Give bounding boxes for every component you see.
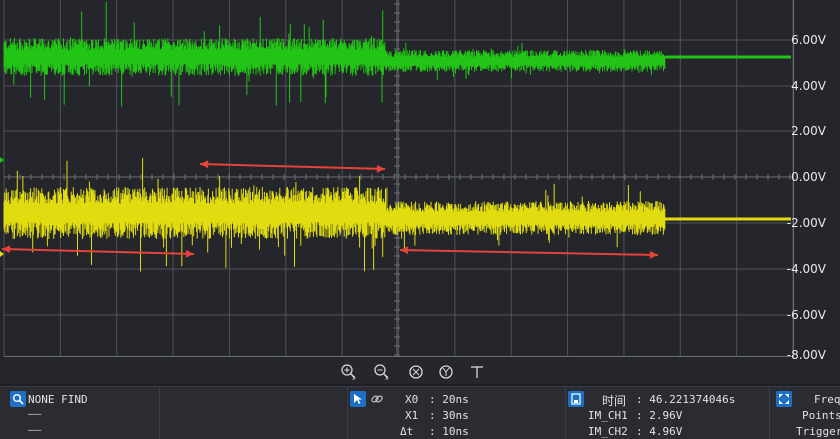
x0-label: X0	[405, 393, 419, 406]
x1-value: : 30ns	[429, 409, 469, 422]
y-tick-label: 4.00V	[791, 79, 826, 93]
status-panel: NONE FIND —— —— X0 : 20ns X1 : 30ns Δt :…	[0, 386, 840, 439]
ch2-measure-label: IM_CH2	[588, 425, 628, 438]
zoom-fit-x-icon[interactable]	[405, 362, 427, 382]
plot-area-frame	[4, 0, 794, 357]
zoom-toolbar: x x	[0, 360, 840, 384]
y-tick-label: 2.00V	[791, 124, 826, 138]
link-icon[interactable]	[370, 391, 384, 405]
delta-t-value: : 10ns	[429, 425, 469, 438]
ch1-measure-value: : 2.96V	[636, 409, 683, 422]
search-icon[interactable]	[10, 391, 26, 407]
list-item: ——	[28, 423, 42, 436]
measure-panel: 时间 : 46.221374046s IM_CH1 : 2.96V IM_CH2…	[566, 387, 770, 439]
y-tick-label: -4.00V	[786, 262, 826, 276]
y-tick-label: -6.00V	[786, 308, 826, 322]
time-value: : 46.221374046s	[636, 393, 736, 406]
ch2-measure-value: : 4.96V	[636, 425, 683, 438]
x1-label: X1	[405, 409, 419, 422]
ch1-measure-label: IM_CH1	[588, 409, 628, 422]
search-panel: NONE FIND —— ——	[0, 387, 160, 439]
points-label: Points	[802, 409, 840, 422]
x0-value: : 20ns	[429, 393, 469, 406]
svg-text:x: x	[385, 375, 389, 381]
zoom-in-x-icon[interactable]: x	[338, 362, 360, 382]
y-tick-label: 0.00V	[791, 170, 826, 184]
expand-icon[interactable]	[776, 391, 792, 407]
cursor-panel: X0 : 20ns X1 : 30ns Δt : 10ns	[348, 387, 566, 439]
cursor-select-icon[interactable]	[350, 391, 366, 407]
zoom-fit-y-icon[interactable]	[435, 362, 457, 382]
cursor-t-icon[interactable]	[466, 362, 488, 382]
time-label: 时间	[602, 394, 627, 408]
search-result-text: NONE FIND	[28, 393, 88, 406]
trigger-label: Trigger	[796, 425, 840, 438]
oscilloscope-display[interactable]: 6.00V 4.00V 2.00V 0.00V -2.00V -4.00V -6.00V -8…	[0, 0, 840, 362]
svg-text:x: x	[352, 375, 356, 381]
list-item: ——	[28, 407, 42, 420]
freq-label: Freq	[814, 393, 840, 406]
empty-panel	[160, 387, 348, 439]
info-panel: Freq Points Trigger	[770, 387, 840, 439]
y-tick-label: 6.00V	[791, 33, 826, 47]
delta-t-label: Δt	[400, 425, 414, 438]
zoom-out-x-icon[interactable]: x	[371, 362, 393, 382]
y-tick-label: -2.00V	[786, 216, 826, 230]
save-icon[interactable]	[568, 391, 584, 407]
